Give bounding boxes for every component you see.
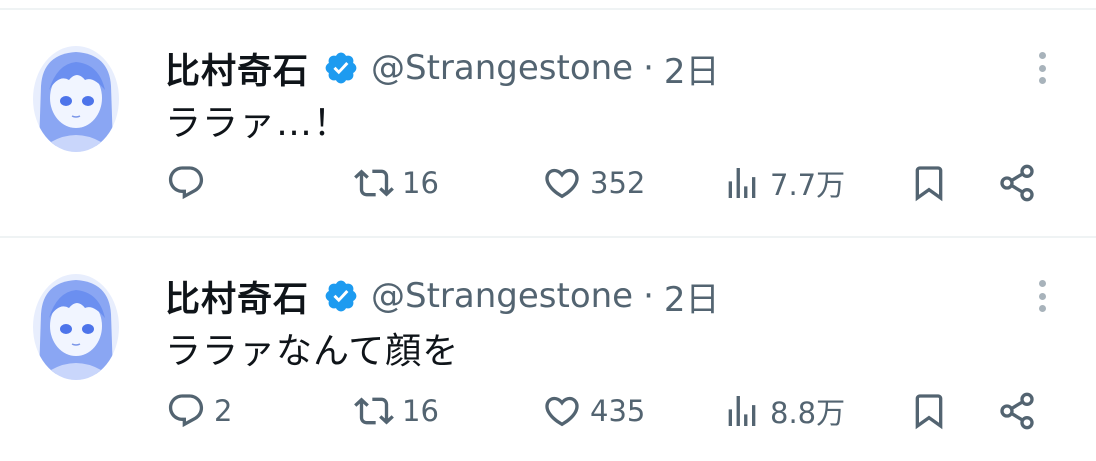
views-icon — [728, 396, 756, 426]
bookmark-icon — [915, 166, 943, 202]
share-icon — [1000, 392, 1034, 430]
avatar[interactable] — [33, 46, 119, 152]
views-button[interactable]: 8.8万 — [722, 383, 845, 439]
timestamp[interactable]: 2日 — [664, 44, 720, 93]
like-icon — [545, 168, 579, 199]
retweet-count: 16 — [402, 394, 439, 428]
bookmark-icon — [915, 394, 943, 430]
retweet-count: 16 — [402, 166, 439, 200]
tweet-header: 比村奇石 @Strangestone · 2日 — [165, 40, 720, 96]
action-bar: 16 352 7.7万 — [0, 155, 1096, 211]
reply-button[interactable] — [166, 155, 214, 211]
retweet-icon — [354, 169, 394, 197]
like-icon — [545, 396, 579, 427]
verified-badge-icon — [323, 278, 359, 314]
retweet-button[interactable]: 16 — [354, 383, 439, 439]
retweet-button[interactable]: 16 — [354, 155, 439, 211]
reply-count: 2 — [214, 394, 233, 428]
share-button[interactable] — [997, 155, 1037, 211]
views-icon — [728, 168, 756, 198]
handle[interactable]: @Strangestone — [371, 48, 633, 88]
bookmark-button[interactable] — [909, 383, 949, 439]
tweet[interactable]: 比村奇石 @Strangestone · 2日 ララァ…！ 16 352 7.7… — [0, 10, 1096, 238]
separator: · — [643, 276, 654, 316]
like-button[interactable]: 435 — [542, 383, 645, 439]
views-button[interactable]: 7.7万 — [722, 155, 845, 211]
reply-button[interactable]: 2 — [166, 383, 232, 439]
reply-icon — [168, 394, 204, 428]
like-button[interactable]: 352 — [542, 155, 645, 211]
display-name[interactable]: 比村奇石 — [165, 43, 309, 94]
reply-icon — [168, 166, 204, 200]
tweet-header: 比村奇石 @Strangestone · 2日 — [165, 268, 720, 324]
action-bar: 2 16 435 8.8万 — [0, 383, 1096, 439]
avatar[interactable] — [33, 274, 119, 380]
tweet[interactable]: 比村奇石 @Strangestone · 2日 ララァなんて顔を 2 16 43… — [0, 238, 1096, 461]
handle[interactable]: @Strangestone — [371, 276, 633, 316]
verified-badge-icon — [323, 50, 359, 86]
separator: · — [643, 48, 654, 88]
views-count: 8.8万 — [770, 396, 846, 430]
views-count: 7.7万 — [770, 168, 846, 202]
tweet-text: ララァなんて顔を — [165, 331, 460, 372]
share-button[interactable] — [997, 383, 1037, 439]
bookmark-button[interactable] — [909, 155, 949, 211]
tweet-text: ララァ…！ — [165, 103, 351, 144]
more-options-icon[interactable] — [1025, 276, 1059, 316]
more-options-icon[interactable] — [1025, 48, 1059, 88]
like-count: 352 — [590, 166, 646, 200]
share-icon — [1000, 164, 1034, 202]
display-name[interactable]: 比村奇石 — [165, 271, 309, 322]
like-count: 435 — [590, 394, 646, 428]
retweet-icon — [354, 397, 394, 425]
timestamp[interactable]: 2日 — [664, 272, 720, 321]
